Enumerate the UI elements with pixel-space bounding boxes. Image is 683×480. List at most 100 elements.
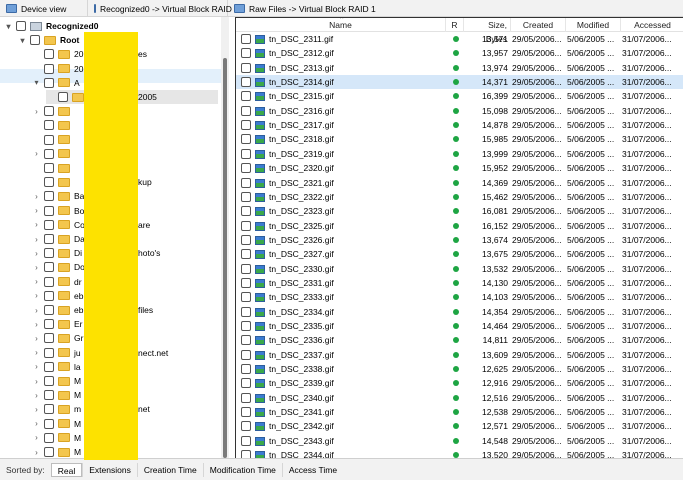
tree-checkbox[interactable]	[44, 248, 54, 259]
file-checkbox[interactable]	[241, 421, 251, 432]
tree-checkbox[interactable]	[30, 35, 40, 46]
file-row[interactable]: tn_DSC_2338.gif 12,625 29/05/2006... 5/06/2…	[236, 362, 683, 376]
tree-node[interactable]: › la	[32, 360, 81, 374]
tree-checkbox[interactable]	[44, 49, 54, 60]
expand-icon[interactable]: ›	[32, 277, 41, 286]
file-checkbox[interactable]	[241, 450, 251, 458]
file-checkbox[interactable]	[241, 120, 251, 131]
tree-checkbox[interactable]	[16, 21, 26, 31]
file-checkbox[interactable]	[241, 91, 251, 102]
tree-checkbox[interactable]	[44, 376, 54, 386]
file-row[interactable]: tn_DSC_2336.gif 14,811 29/05/2006... 5/06/2…	[236, 333, 683, 347]
tree-checkbox[interactable]	[44, 106, 54, 117]
tree-node[interactable]	[32, 133, 74, 147]
tree-checkbox[interactable]	[44, 63, 54, 74]
file-checkbox[interactable]	[241, 335, 251, 346]
file-checkbox[interactable]	[241, 306, 251, 317]
expand-icon[interactable]: ›	[32, 320, 41, 329]
tree-node[interactable]: › Er	[32, 317, 83, 331]
tree-checkbox[interactable]	[44, 361, 54, 372]
file-checkbox[interactable]	[241, 191, 251, 202]
file-checkbox[interactable]	[241, 134, 251, 145]
tree-node[interactable]: › M	[32, 417, 81, 431]
tree-checkbox[interactable]	[44, 163, 54, 173]
file-checkbox[interactable]	[241, 392, 251, 403]
tree-node[interactable]: ▾ Recognized0	[4, 19, 98, 33]
tree-checkbox[interactable]	[44, 305, 54, 315]
file-checkbox[interactable]	[241, 206, 251, 217]
sort-extensions-button[interactable]: Extensions	[82, 462, 137, 477]
expand-icon[interactable]: ›	[32, 391, 41, 400]
collapse-icon[interactable]: ▾	[4, 22, 13, 31]
file-row[interactable]: tn_DSC_2327.gif 13,675 29/05/2006... 5/06/2…	[236, 247, 683, 261]
col-name[interactable]: Name	[236, 18, 446, 32]
expand-icon[interactable]: ›	[32, 249, 41, 258]
tree-node[interactable]	[32, 161, 74, 175]
sort-real-button[interactable]: Real	[50, 462, 83, 477]
file-row[interactable]: tn_DSC_2334.gif 14,354 29/05/2006... 5/06/2…	[236, 305, 683, 319]
tree-checkbox[interactable]	[44, 347, 54, 358]
sort-access-time-button[interactable]: Access Time	[281, 462, 343, 477]
tree-node[interactable]: › m net	[32, 402, 150, 416]
tree-checkbox[interactable]	[44, 404, 54, 415]
tree-node[interactable]: › Do	[32, 260, 85, 274]
file-row[interactable]: tn_DSC_2331.gif 14,130 29/05/2006... 5/06/2…	[236, 276, 683, 290]
file-row[interactable]: tn_DSC_2320.gif 15,952 29/05/2006... 5/06/2…	[236, 161, 683, 175]
tree-checkbox[interactable]	[44, 234, 54, 244]
tree-node[interactable]	[32, 118, 74, 132]
col-size[interactable]: Size, Bytes	[464, 18, 511, 44]
expand-icon[interactable]: ›	[32, 362, 41, 371]
tree-node[interactable]: › M	[32, 445, 81, 458]
file-row[interactable]: tn_DSC_2330.gif 13,532 29/05/2006... 5/06/2…	[236, 262, 683, 276]
file-checkbox[interactable]	[241, 163, 251, 174]
tree-node[interactable]: › M	[32, 374, 81, 388]
file-row[interactable]: tn_DSC_2335.gif 14,464 29/05/2006... 5/06/2…	[236, 319, 683, 333]
tree-node[interactable]: › Bo	[32, 204, 84, 218]
tree-node[interactable]: ›	[32, 104, 74, 118]
file-checkbox[interactable]	[241, 407, 251, 418]
col-accessed[interactable]: Accessed	[621, 18, 683, 32]
file-row[interactable]: tn_DSC_2333.gif 14,103 29/05/2006... 5/06/2…	[236, 290, 683, 304]
tree-checkbox[interactable]	[44, 319, 54, 330]
col-modified[interactable]: Modified	[566, 18, 621, 32]
expand-icon[interactable]: ›	[32, 235, 41, 244]
file-row[interactable]: tn_DSC_2314.gif 14,371 29/05/2006... 5/06/2…	[236, 75, 683, 90]
file-checkbox[interactable]	[241, 77, 251, 88]
tree-checkbox[interactable]	[44, 120, 54, 131]
tree-node[interactable]: › M	[32, 431, 81, 445]
tab-recognized[interactable]: Recognized0 -> Virtual Block RAID 1	[88, 0, 239, 17]
tree-checkbox[interactable]	[44, 276, 54, 287]
file-checkbox[interactable]	[241, 62, 251, 73]
tree-checkbox[interactable]	[44, 177, 54, 188]
expand-icon[interactable]: ›	[32, 348, 41, 357]
file-checkbox[interactable]	[241, 321, 251, 331]
expand-icon[interactable]: ›	[32, 405, 41, 414]
expand-icon[interactable]: ›	[32, 291, 41, 300]
tree-checkbox[interactable]	[44, 390, 54, 401]
tab-raw-files[interactable]: Raw Files -> Virtual Block RAID 1	[228, 0, 683, 17]
collapse-icon[interactable]: ▾	[32, 78, 41, 87]
file-row[interactable]: tn_DSC_2312.gif 13,957 29/05/2006... 5/06/2…	[236, 46, 683, 60]
file-row[interactable]: tn_DSC_2318.gif 15,985 29/05/2006... 5/06/2…	[236, 132, 683, 146]
tree-node[interactable]: ▾ Root	[18, 33, 79, 47]
tree-checkbox[interactable]	[58, 92, 68, 102]
tree-checkbox[interactable]	[44, 418, 54, 429]
file-checkbox[interactable]	[241, 148, 251, 159]
expand-icon[interactable]: ›	[32, 419, 41, 428]
tree-node[interactable]: › eb	[32, 289, 83, 303]
file-checkbox[interactable]	[241, 177, 251, 188]
file-row[interactable]: tn_DSC_2339.gif 12,916 29/05/2006... 5/06/2…	[236, 376, 683, 390]
file-row[interactable]: tn_DSC_2311.gif 13,571 29/05/2006... 5/06/2…	[236, 32, 683, 46]
tree-node[interactable]: › M	[32, 388, 81, 402]
file-row[interactable]: tn_DSC_2337.gif 13,609 29/05/2006... 5/06/2…	[236, 348, 683, 362]
tree-checkbox[interactable]	[44, 447, 54, 457]
tree-checkbox[interactable]	[44, 134, 54, 145]
file-checkbox[interactable]	[241, 263, 251, 274]
file-row[interactable]: tn_DSC_2323.gif 16,081 29/05/2006... 5/06/2…	[236, 204, 683, 218]
tree-checkbox[interactable]	[44, 290, 54, 301]
tree-node[interactable]: › Da	[32, 232, 85, 246]
expand-icon[interactable]: ›	[32, 306, 41, 315]
file-row[interactable]: tn_DSC_2340.gif 12,516 29/05/2006... 5/06/2…	[236, 391, 683, 405]
file-row[interactable]: tn_DSC_2317.gif 14,878 29/05/2006... 5/06/2…	[236, 118, 683, 132]
file-checkbox[interactable]	[241, 349, 251, 360]
